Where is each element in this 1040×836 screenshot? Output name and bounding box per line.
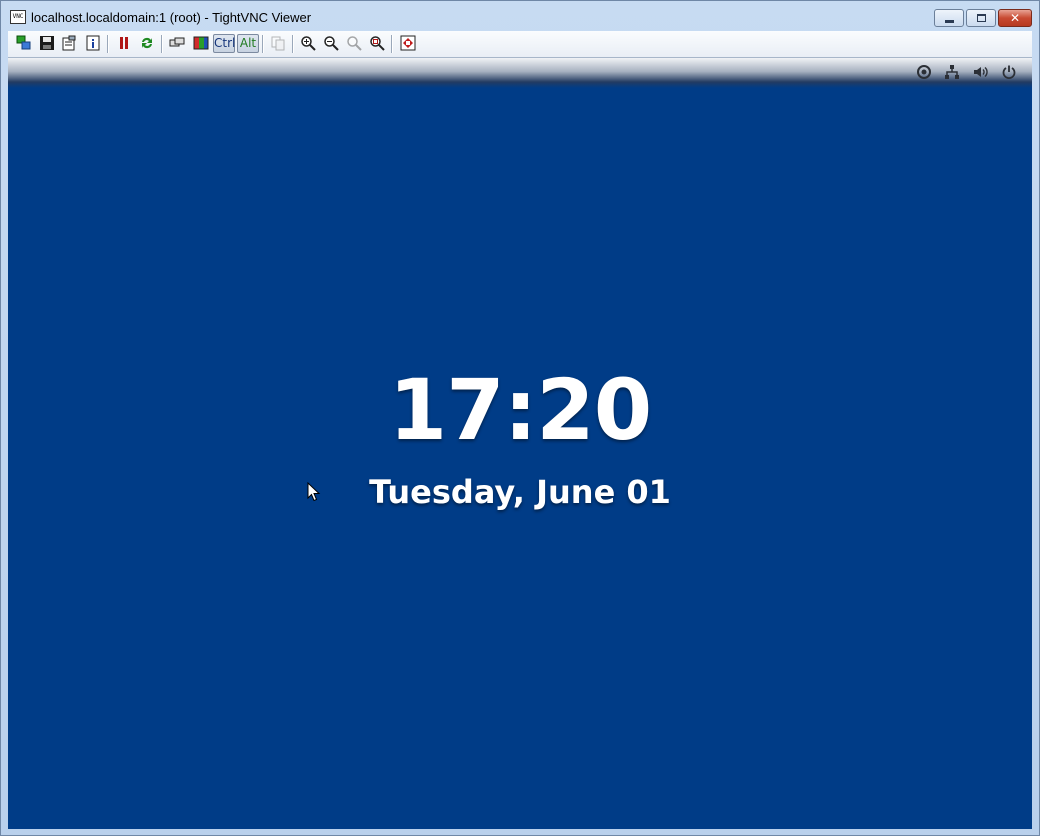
zoom-100-icon[interactable]	[345, 35, 363, 53]
toolbar-separator	[161, 35, 163, 53]
vnc-app-icon[interactable]: VNC	[10, 10, 26, 24]
toolbar-separator	[262, 35, 264, 53]
ctrl-esc-icon[interactable]	[192, 35, 210, 53]
pause-icon[interactable]	[115, 35, 133, 53]
window-bottom-border	[8, 829, 1032, 835]
zoom-in-icon[interactable]	[299, 35, 317, 53]
close-icon: ✕	[1009, 11, 1021, 25]
minimize-icon	[945, 20, 954, 23]
new-connection-icon[interactable]	[15, 35, 33, 53]
window-title: localhost.localdomain:1 (root) - TightVN…	[31, 10, 312, 25]
maximize-icon	[977, 14, 986, 22]
refresh-icon[interactable]	[138, 35, 156, 53]
lock-screen-clock: 17:20	[388, 361, 652, 459]
toolbar: Ctrl Alt	[8, 31, 1032, 58]
ctrl-toggle-button[interactable]: Ctrl	[213, 34, 235, 53]
options-icon[interactable]	[60, 35, 78, 53]
volume-icon[interactable]	[971, 64, 989, 82]
toolbar-separator	[107, 35, 109, 53]
fullscreen-icon[interactable]	[399, 35, 417, 53]
remote-desktop-screen[interactable]: 17:20 Tuesday, June 01	[8, 58, 1032, 829]
power-icon[interactable]	[1000, 64, 1018, 82]
zoom-out-icon[interactable]	[322, 35, 340, 53]
minimize-button[interactable]	[934, 9, 964, 27]
toolbar-separator	[391, 35, 393, 53]
title-bar[interactable]: VNC localhost.localdomain:1 (root) - Tig…	[1, 1, 1039, 31]
save-icon[interactable]	[38, 35, 56, 53]
lock-screen-date: Tuesday, June 01	[369, 473, 671, 511]
alt-toggle-button[interactable]: Alt	[237, 34, 259, 53]
close-button[interactable]: ✕	[998, 9, 1032, 27]
transfer-files-icon[interactable]	[269, 35, 287, 53]
connection-info-icon[interactable]	[84, 35, 102, 53]
remote-top-bar	[8, 58, 1032, 88]
zoom-auto-icon[interactable]	[368, 35, 386, 53]
accessibility-icon[interactable]	[915, 64, 933, 82]
network-icon[interactable]	[943, 64, 961, 82]
mouse-cursor-icon	[307, 482, 321, 502]
vnc-viewer-window: VNC localhost.localdomain:1 (root) - Tig…	[0, 0, 1040, 836]
maximize-button[interactable]	[966, 9, 996, 27]
ctrl-alt-del-icon[interactable]	[168, 35, 186, 53]
toolbar-separator	[292, 35, 294, 53]
